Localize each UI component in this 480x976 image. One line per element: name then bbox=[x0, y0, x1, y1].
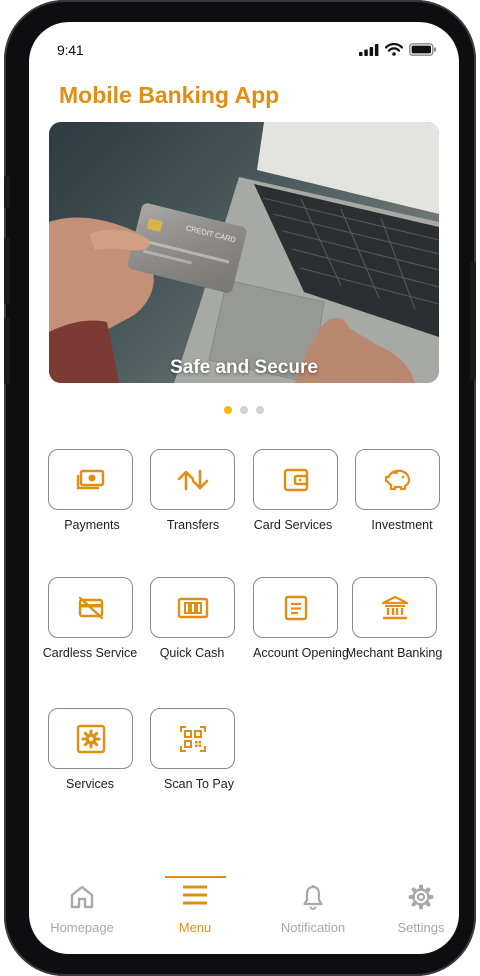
volume-down-button bbox=[4, 318, 10, 384]
nav-settings[interactable]: Settings bbox=[371, 864, 459, 954]
gear-icon bbox=[408, 884, 434, 910]
qr-scan-icon bbox=[179, 725, 206, 752]
power-button bbox=[470, 262, 476, 380]
nav-menu-label: Menu bbox=[178, 920, 212, 935]
card-services-icon bbox=[283, 468, 308, 491]
services-label: Services bbox=[66, 777, 114, 791]
services-button[interactable] bbox=[48, 708, 133, 769]
bell-icon bbox=[303, 885, 323, 910]
quick-cash-label: Quick Cash bbox=[159, 646, 225, 660]
quick-cash-button[interactable] bbox=[150, 577, 235, 638]
carousel-dot-2[interactable] bbox=[240, 406, 248, 414]
services-icon bbox=[76, 724, 105, 753]
banner-caption: Safe and Secure bbox=[170, 357, 318, 378]
page-title: Mobile Banking App bbox=[59, 82, 280, 108]
nav-notification-label: Notification bbox=[280, 920, 346, 935]
account-opening-label: Account Opening bbox=[253, 646, 349, 660]
wifi-icon bbox=[385, 43, 403, 56]
account-opening-icon bbox=[284, 595, 307, 620]
carousel-dot-1[interactable] bbox=[224, 406, 232, 414]
signal-icon bbox=[359, 43, 379, 56]
scan-to-pay-button[interactable] bbox=[150, 708, 235, 769]
battery-icon bbox=[409, 43, 436, 56]
home-icon bbox=[70, 885, 94, 909]
bottom-nav: Homepage Menu Notification Settings bbox=[29, 864, 459, 954]
investment-icon bbox=[384, 469, 410, 490]
promo-banner[interactable]: CREDIT CARD Safe and Secure bbox=[49, 122, 439, 383]
merchant-banking-icon bbox=[381, 595, 408, 619]
phone-frame: 9:41 Mobile Banking App CREDIT CARD Safe… bbox=[4, 0, 476, 976]
transfers-label: Transfers bbox=[166, 518, 220, 532]
merchant-banking-button[interactable] bbox=[352, 577, 437, 638]
cardless-service-label: Cardless Service bbox=[42, 646, 138, 660]
status-icons bbox=[359, 43, 437, 56]
investment-button[interactable] bbox=[355, 449, 440, 510]
quick-cash-icon bbox=[177, 597, 208, 618]
volume-up-button bbox=[4, 238, 10, 304]
banner-illustration: CREDIT CARD bbox=[49, 122, 439, 383]
card-services-button[interactable] bbox=[253, 449, 338, 510]
nav-homepage-label: Homepage bbox=[50, 920, 114, 935]
app-screen: 9:41 Mobile Banking App CREDIT CARD Safe… bbox=[29, 22, 459, 954]
payments-icon bbox=[76, 469, 104, 489]
cardless-service-button[interactable] bbox=[48, 577, 133, 638]
nav-menu[interactable]: Menu bbox=[145, 864, 245, 954]
mute-switch bbox=[4, 176, 10, 208]
card-services-label: Card Services bbox=[253, 518, 333, 532]
investment-label: Investment bbox=[371, 518, 433, 532]
nav-settings-label: Settings bbox=[397, 920, 445, 935]
transfers-icon bbox=[177, 469, 208, 490]
carousel-dots bbox=[29, 406, 459, 414]
account-opening-button[interactable] bbox=[253, 577, 338, 638]
nav-notification[interactable]: Notification bbox=[263, 864, 363, 954]
nav-homepage[interactable]: Homepage bbox=[32, 864, 132, 954]
payments-label: Payments bbox=[64, 518, 120, 532]
cardless-icon bbox=[78, 596, 103, 619]
scan-to-pay-label: Scan To Pay bbox=[164, 777, 234, 791]
payments-button[interactable] bbox=[48, 449, 133, 510]
merchant-banking-label: Mechant Banking bbox=[345, 646, 443, 660]
carousel-dot-3[interactable] bbox=[256, 406, 264, 414]
menu-icon bbox=[183, 885, 207, 905]
status-time: 9:41 bbox=[57, 42, 84, 58]
transfers-button[interactable] bbox=[150, 449, 235, 510]
